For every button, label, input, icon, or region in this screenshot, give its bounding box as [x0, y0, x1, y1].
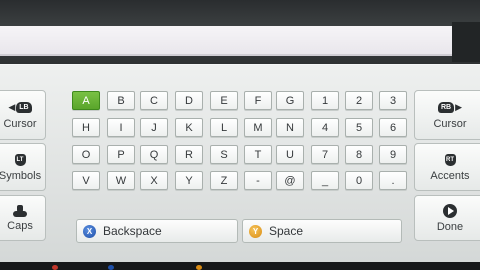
key-1[interactable]: 1 [311, 91, 339, 110]
rt-trigger-icon: RT [444, 153, 456, 166]
key-5[interactable]: 5 [345, 118, 373, 137]
caps-label: Caps [7, 219, 33, 232]
key-l[interactable]: L [210, 118, 238, 137]
rb-bumper-icon: RB [437, 102, 455, 113]
key-c[interactable]: C [140, 91, 168, 110]
space-key[interactable]: Y Space [242, 219, 402, 243]
cursor-right-label: Cursor [433, 117, 467, 130]
arrow-right-icon: ▶ [455, 102, 463, 112]
key-2[interactable]: 2 [345, 91, 373, 110]
key-8[interactable]: 8 [345, 145, 373, 164]
key-g[interactable]: G [276, 91, 304, 110]
y-button-icon: Y [249, 224, 262, 238]
space-label: Space [269, 224, 304, 238]
key-6[interactable]: 6 [379, 118, 407, 137]
left-stick-icon [12, 204, 28, 217]
key-period[interactable]: . [379, 171, 407, 190]
key-e[interactable]: E [210, 91, 238, 110]
cursor-right-button[interactable]: RB ▶ Cursor [414, 90, 480, 140]
key-4[interactable]: 4 [311, 118, 339, 137]
key-7[interactable]: 7 [311, 145, 339, 164]
cursor-left-label: Cursor [3, 117, 37, 130]
key-underscore[interactable]: _ [311, 171, 339, 190]
key-s[interactable]: S [210, 145, 238, 164]
done-button[interactable]: Done [414, 195, 480, 241]
done-label: Done [436, 220, 464, 233]
key-o[interactable]: O [72, 145, 100, 164]
key-x[interactable]: X [140, 171, 168, 190]
key-3[interactable]: 3 [379, 91, 407, 110]
key-0[interactable]: 0 [345, 171, 373, 190]
key-h[interactable]: H [72, 118, 100, 137]
key-a[interactable]: A [72, 91, 100, 110]
key-d[interactable]: D [175, 91, 203, 110]
key-dash[interactable]: - [244, 171, 272, 190]
backspace-label: Backspace [103, 224, 162, 238]
key-z[interactable]: Z [210, 171, 238, 190]
y-button-icon [196, 265, 202, 270]
key-v[interactable]: V [72, 171, 100, 190]
key-i[interactable]: I [107, 118, 135, 137]
b-button-icon [52, 265, 58, 270]
cursor-left-button[interactable]: ◀ LB Cursor [0, 90, 46, 140]
screen-edge [452, 22, 480, 62]
key-q[interactable]: Q [140, 145, 168, 164]
key-m[interactable]: M [244, 118, 272, 137]
x-button-icon [108, 265, 114, 270]
arrow-left-icon: ◀ [8, 102, 16, 112]
key-t[interactable]: T [244, 145, 272, 164]
key-f[interactable]: F [244, 91, 272, 110]
key-b[interactable]: B [107, 91, 135, 110]
footer-strip [0, 262, 480, 270]
key-k[interactable]: K [175, 118, 203, 137]
start-button-icon [443, 203, 457, 218]
caps-button[interactable]: Caps [0, 195, 46, 241]
key-r[interactable]: R [175, 145, 203, 164]
accents-label: Accents [430, 169, 470, 182]
key-j[interactable]: J [140, 118, 168, 137]
key-n[interactable]: N [276, 118, 304, 137]
symbols-button[interactable]: LT Symbols [0, 143, 46, 191]
key-w[interactable]: W [107, 171, 135, 190]
x-button-icon: X [83, 224, 96, 238]
key-9[interactable]: 9 [379, 145, 407, 164]
text-input-field[interactable] [0, 26, 452, 56]
lt-trigger-icon: LT [14, 153, 26, 166]
key-u[interactable]: U [276, 145, 304, 164]
lb-bumper-icon: LB [16, 102, 32, 113]
accents-button[interactable]: RT Accents [414, 143, 480, 191]
backspace-key[interactable]: X Backspace [76, 219, 238, 243]
symbols-label: Symbols [0, 169, 42, 182]
key-p[interactable]: P [107, 145, 135, 164]
key-y[interactable]: Y [175, 171, 203, 190]
key-at[interactable]: @ [276, 171, 304, 190]
